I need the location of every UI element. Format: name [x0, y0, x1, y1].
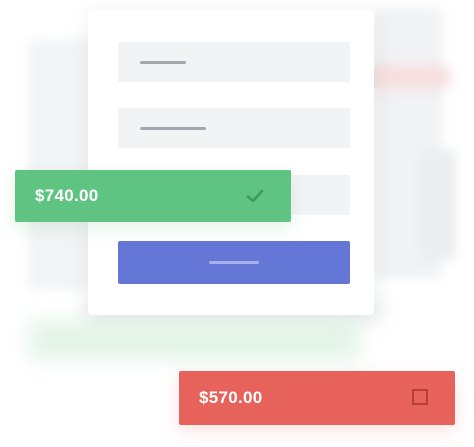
- placeholder-bar: [140, 127, 206, 130]
- submit-button[interactable]: [118, 241, 350, 284]
- form-field-1[interactable]: [118, 42, 350, 82]
- submit-button-label-bar: [209, 261, 259, 264]
- success-amount: $740.00: [35, 186, 99, 205]
- check-icon: [246, 189, 264, 203]
- success-amount-toast[interactable]: $740.00: [15, 170, 291, 222]
- error-amount-toast[interactable]: $570.00: [179, 371, 455, 425]
- background-panel-right-inner: [420, 150, 456, 260]
- placeholder-bar: [140, 61, 186, 64]
- background-glow-green: [30, 320, 360, 360]
- error-amount: $570.00: [199, 388, 263, 407]
- form-card: [88, 10, 374, 315]
- square-icon: [412, 389, 428, 405]
- illustration: $740.00 $570.00: [0, 0, 474, 447]
- form-field-2[interactable]: [118, 108, 350, 148]
